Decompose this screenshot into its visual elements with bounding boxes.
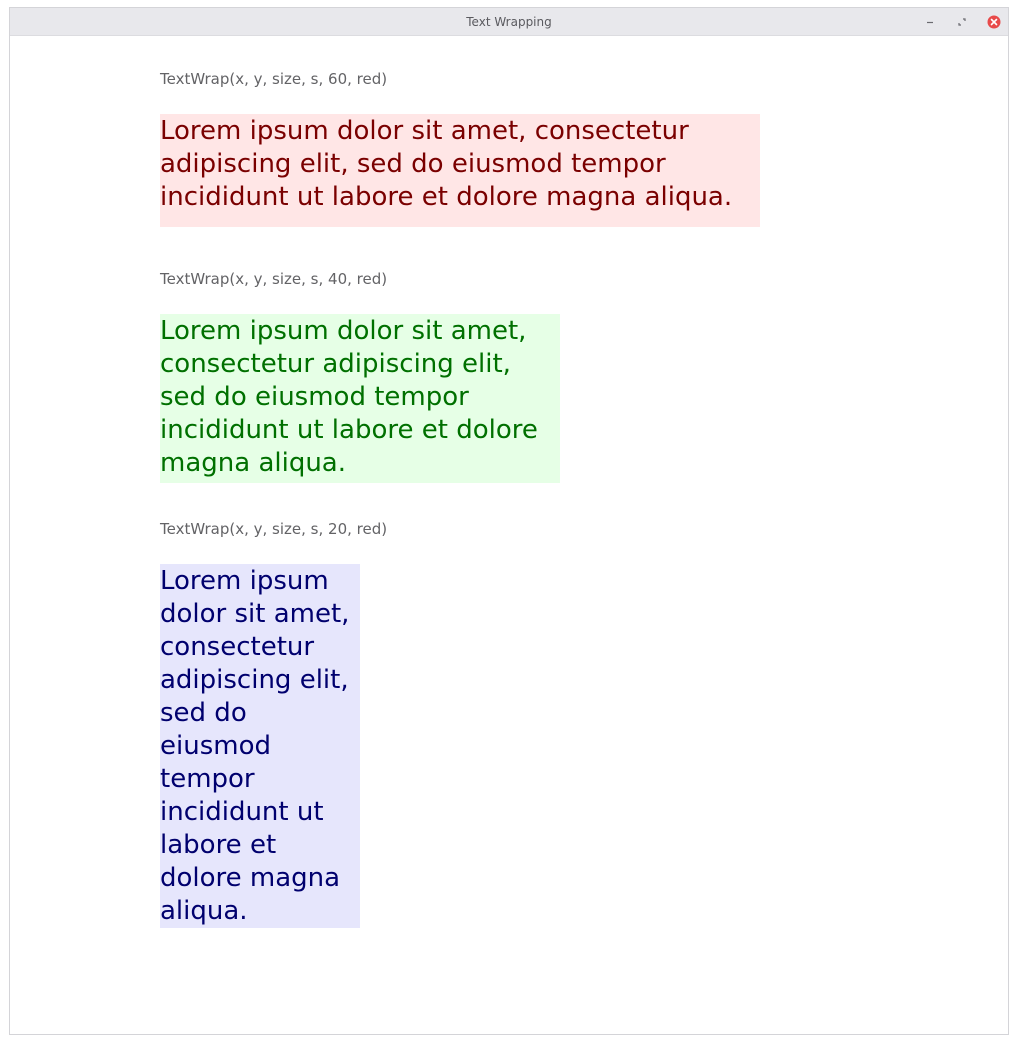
title-bar[interactable]: Text Wrapping	[10, 8, 1008, 36]
text-line: incididunt ut	[160, 797, 324, 827]
canvas-area: TextWrap(x, y, size, s, 60, red) Lorem i…	[10, 36, 1008, 1034]
close-icon	[987, 15, 1001, 29]
app-window: Text Wrapping TextWrap(x, y, size, s, 60…	[9, 7, 1009, 1035]
wrapped-text-box-20: Lorem ipsum dolor sit amet, consectetur …	[160, 564, 360, 928]
maximize-button[interactable]	[955, 15, 969, 29]
close-button[interactable]	[987, 15, 1001, 29]
minimize-icon	[927, 21, 933, 24]
text-line: labore et	[160, 830, 277, 860]
text-line: magna aliqua.	[160, 448, 346, 478]
maximize-icon	[958, 18, 966, 26]
text-line: adipiscing elit, sed do eiusmod tempor	[160, 149, 666, 179]
text-line: eiusmod	[160, 731, 271, 761]
window-title: Text Wrapping	[466, 15, 552, 29]
caption-width-40: TextWrap(x, y, size, s, 40, red)	[160, 270, 388, 288]
text-line: sed do	[160, 698, 247, 728]
caption-width-60: TextWrap(x, y, size, s, 60, red)	[160, 70, 388, 88]
text-line: Lorem ipsum	[160, 566, 329, 596]
text-line: dolore magna	[160, 863, 341, 893]
wrapped-text-box-60: Lorem ipsum dolor sit amet, consectetur …	[160, 114, 760, 227]
text-line: tempor	[160, 764, 255, 794]
text-line: sed do eiusmod tempor	[160, 382, 469, 412]
text-line: incididunt ut labore et dolore magna ali…	[160, 182, 733, 212]
wrapped-text-box-40: Lorem ipsum dolor sit amet, consectetur …	[160, 314, 560, 483]
text-line: Lorem ipsum dolor sit amet, consectetur	[160, 116, 689, 146]
text-line: dolor sit amet,	[160, 599, 350, 629]
minimize-button[interactable]	[923, 15, 937, 29]
text-line: consectetur	[160, 632, 315, 662]
text-line: adipiscing elit,	[160, 665, 349, 695]
text-line: incididunt ut labore et dolore	[160, 415, 538, 445]
text-line: consectetur adipiscing elit,	[160, 349, 511, 379]
text-line: aliqua.	[160, 896, 248, 926]
caption-width-20: TextWrap(x, y, size, s, 20, red)	[160, 520, 388, 538]
text-line: Lorem ipsum dolor sit amet,	[160, 316, 527, 346]
